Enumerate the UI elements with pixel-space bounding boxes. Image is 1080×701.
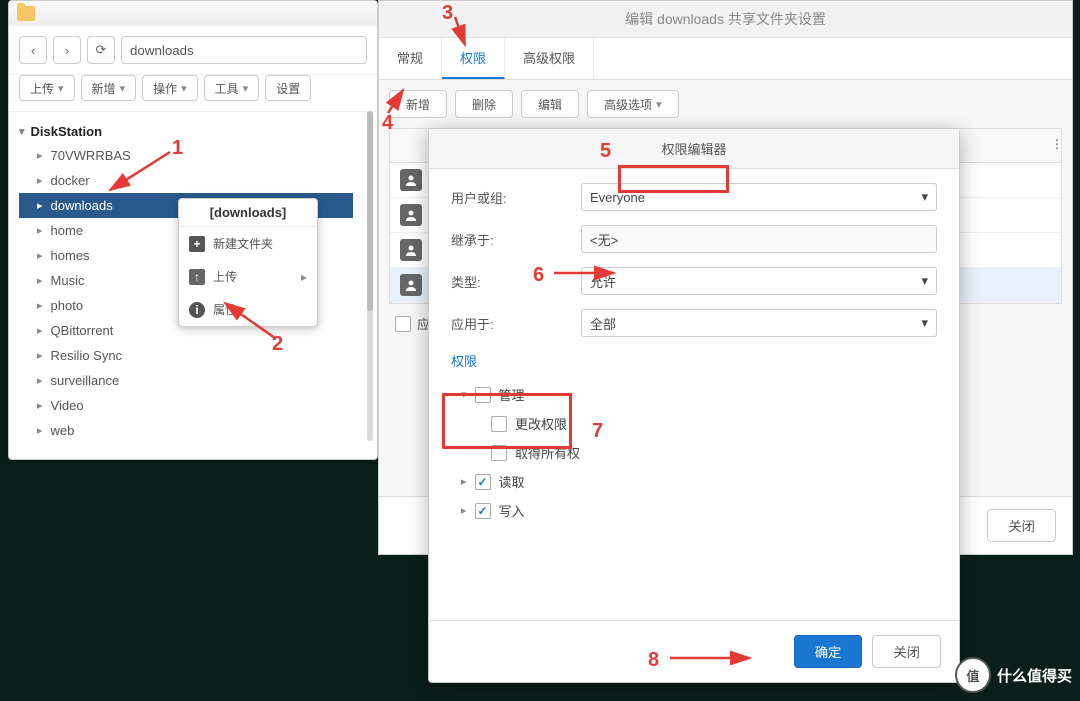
chevron-right-icon: ▸ (37, 174, 43, 187)
inherit-from-field: <无> (581, 225, 937, 253)
settings-close-button[interactable]: 关闭 (987, 509, 1056, 542)
settings-tabs: 常规 权限 高级权限 (379, 38, 1072, 80)
tree-item-video[interactable]: ▸Video (19, 393, 373, 418)
chevron-right-icon: ▸ (37, 249, 43, 262)
forward-button[interactable]: › (53, 36, 81, 64)
write-checkbox[interactable] (475, 503, 491, 519)
read-checkbox[interactable] (475, 474, 491, 490)
chevron-right-icon: ▸ (37, 324, 43, 337)
more-icon[interactable]: ⋮ (1041, 129, 1061, 162)
tree-item-docker[interactable]: ▸docker (19, 168, 373, 193)
tree-root[interactable]: ▾DiskStation (19, 120, 373, 143)
chevron-right-icon: ▸ (37, 199, 43, 212)
user-icon (400, 274, 422, 296)
perm-write-group[interactable]: ▸ 写入 (461, 496, 937, 525)
chevron-right-icon: ▸ (461, 504, 467, 517)
apply-to-select[interactable]: 全部▾ (581, 309, 937, 337)
delete-permission-button[interactable]: 删除 (455, 90, 513, 118)
chevron-down-icon: ▾ (921, 315, 928, 331)
tree-item-70vwrrbas[interactable]: ▸70VWRRBAS (19, 143, 373, 168)
label-apply-to: 应用于: (451, 314, 581, 333)
upload-icon: ↑ (189, 269, 205, 285)
plus-icon: + (189, 236, 205, 252)
edit-permission-button[interactable]: 编辑 (521, 90, 579, 118)
scrollbar-thumb[interactable] (367, 111, 373, 311)
context-menu-title: [downloads] (179, 199, 317, 227)
chevron-right-icon: ▸ (37, 274, 43, 287)
chevron-right-icon: ▸ (37, 349, 43, 362)
annotation-box-7 (442, 393, 572, 449)
window-titlebar (9, 1, 377, 26)
permission-section-label: 权限 (451, 351, 937, 370)
create-button[interactable]: 新增 ▾ (81, 75, 137, 101)
label-inherit-from: 继承于: (451, 230, 581, 249)
chevron-right-icon: ▸ (37, 399, 43, 412)
chevron-right-icon: ▸ (37, 299, 43, 312)
nav-bar: ‹ › ⟳ (9, 26, 377, 75)
arrow-6 (552, 263, 622, 283)
annotation-8: 8 (648, 649, 659, 672)
annotation-4: 4 (382, 112, 393, 135)
chevron-right-icon: ▸ (37, 374, 43, 387)
arrow-1 (100, 150, 180, 200)
apply-checkbox[interactable] (395, 316, 411, 332)
label-user-or-group: 用户或组: (451, 188, 581, 207)
info-icon: i (189, 302, 205, 318)
user-icon (400, 204, 422, 226)
annotation-3: 3 (442, 2, 453, 25)
watermark-text: 什么值得买 (997, 665, 1072, 686)
chevron-right-icon: ▸ (301, 270, 307, 284)
upload-button[interactable]: 上传 ▾ (19, 75, 75, 101)
editor-close-button[interactable]: 关闭 (872, 635, 941, 668)
perm-read-group[interactable]: ▸ 读取 (461, 467, 937, 496)
annotation-7: 7 (592, 420, 603, 443)
annotation-2: 2 (272, 333, 283, 356)
file-toolbar: 上传 ▾ 新增 ▾ 操作 ▾ 工具 ▾ 设置 (9, 75, 377, 112)
permission-actions: 新增 删除 编辑 高级选项 ▾ (379, 80, 1072, 128)
tab-advanced[interactable]: 高级权限 (505, 38, 594, 79)
chevron-right-icon: ▸ (37, 149, 43, 162)
tree-item-resilio-sync[interactable]: ▸Resilio Sync (19, 343, 373, 368)
tool-button[interactable]: 工具 ▾ (204, 75, 260, 101)
watermark-badge: 值 (955, 657, 991, 693)
chevron-down-icon: ▾ (921, 273, 928, 289)
annotation-5: 5 (600, 140, 611, 163)
chevron-down-icon: ▾ (921, 189, 928, 205)
chevron-right-icon: ▸ (461, 475, 467, 488)
path-input[interactable] (121, 36, 367, 64)
refresh-button[interactable]: ⟳ (87, 36, 115, 64)
user-icon (400, 239, 422, 261)
editor-ok-button[interactable]: 确定 (794, 635, 863, 668)
editor-title: 权限编辑器 (429, 129, 959, 169)
annotation-1: 1 (172, 137, 183, 160)
tree-item-surveillance[interactable]: ▸surveillance (19, 368, 373, 393)
context-new-folder[interactable]: + 新建文件夹 (179, 227, 317, 260)
settings-title: 编辑 downloads 共享文件夹设置 (379, 1, 1072, 38)
action-button[interactable]: 操作 ▾ (142, 75, 198, 101)
arrow-4 (383, 85, 413, 115)
annotation-box-5 (618, 165, 729, 193)
chevron-right-icon: ▸ (37, 224, 43, 237)
chevron-right-icon: ▸ (37, 424, 43, 437)
back-button[interactable]: ‹ (19, 36, 47, 64)
annotation-6: 6 (533, 264, 544, 287)
watermark: 值 什么值得买 (955, 657, 1072, 693)
arrow-8 (668, 648, 758, 668)
tab-general[interactable]: 常规 (379, 38, 442, 79)
tree-item-web[interactable]: ▸web (19, 418, 373, 443)
settings-button[interactable]: 设置 (265, 75, 311, 101)
folder-icon (17, 6, 35, 21)
user-icon (400, 169, 422, 191)
type-select[interactable]: 允许▾ (581, 267, 937, 295)
advanced-options-button[interactable]: 高级选项 ▾ (587, 90, 679, 118)
context-upload[interactable]: ↑ 上传 ▸ (179, 260, 317, 293)
